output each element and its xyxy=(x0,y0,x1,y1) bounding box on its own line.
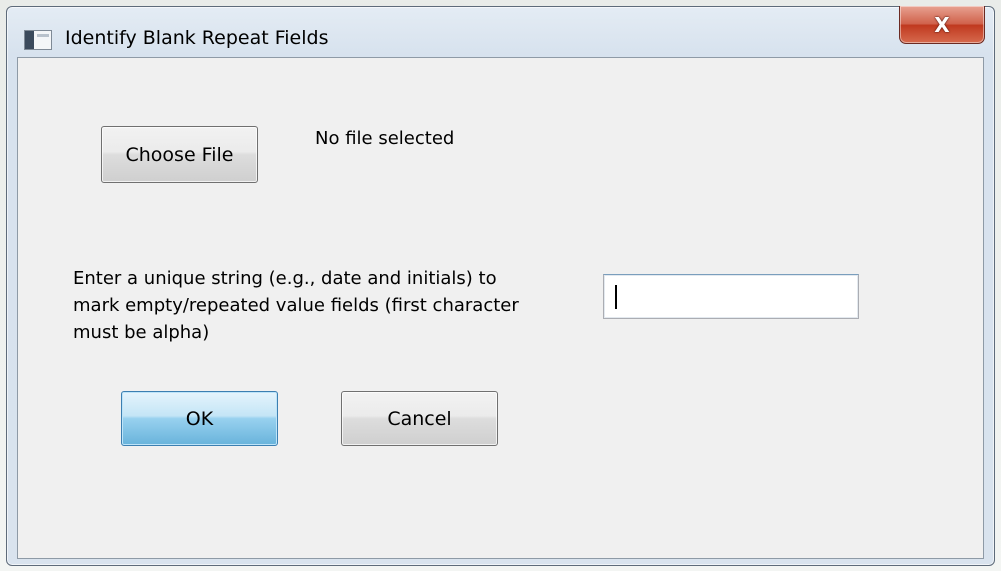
prompt-line: must be alpha) xyxy=(73,322,210,343)
choose-file-button[interactable]: Choose File xyxy=(101,126,258,183)
unique-string-prompt: Enter a unique string (e.g., date and in… xyxy=(73,265,613,346)
unique-string-input[interactable] xyxy=(603,274,859,319)
prompt-line: Enter a unique string (e.g., date and in… xyxy=(73,268,497,289)
window-title: Identify Blank Repeat Fields xyxy=(65,27,329,49)
ok-button[interactable]: OK xyxy=(121,391,278,446)
app-window-icon xyxy=(24,30,52,50)
close-icon: X xyxy=(934,12,950,37)
dialog-window: Identify Blank Repeat Fields X Choose Fi… xyxy=(6,6,995,566)
close-button[interactable]: X xyxy=(899,6,985,44)
prompt-line: mark empty/repeated value fields (first … xyxy=(73,295,519,316)
text-caret xyxy=(615,285,617,309)
file-status-label: No file selected xyxy=(315,128,455,149)
cancel-button[interactable]: Cancel xyxy=(341,391,498,446)
dialog-client-area: Choose File No file selected Enter a uni… xyxy=(17,57,984,559)
